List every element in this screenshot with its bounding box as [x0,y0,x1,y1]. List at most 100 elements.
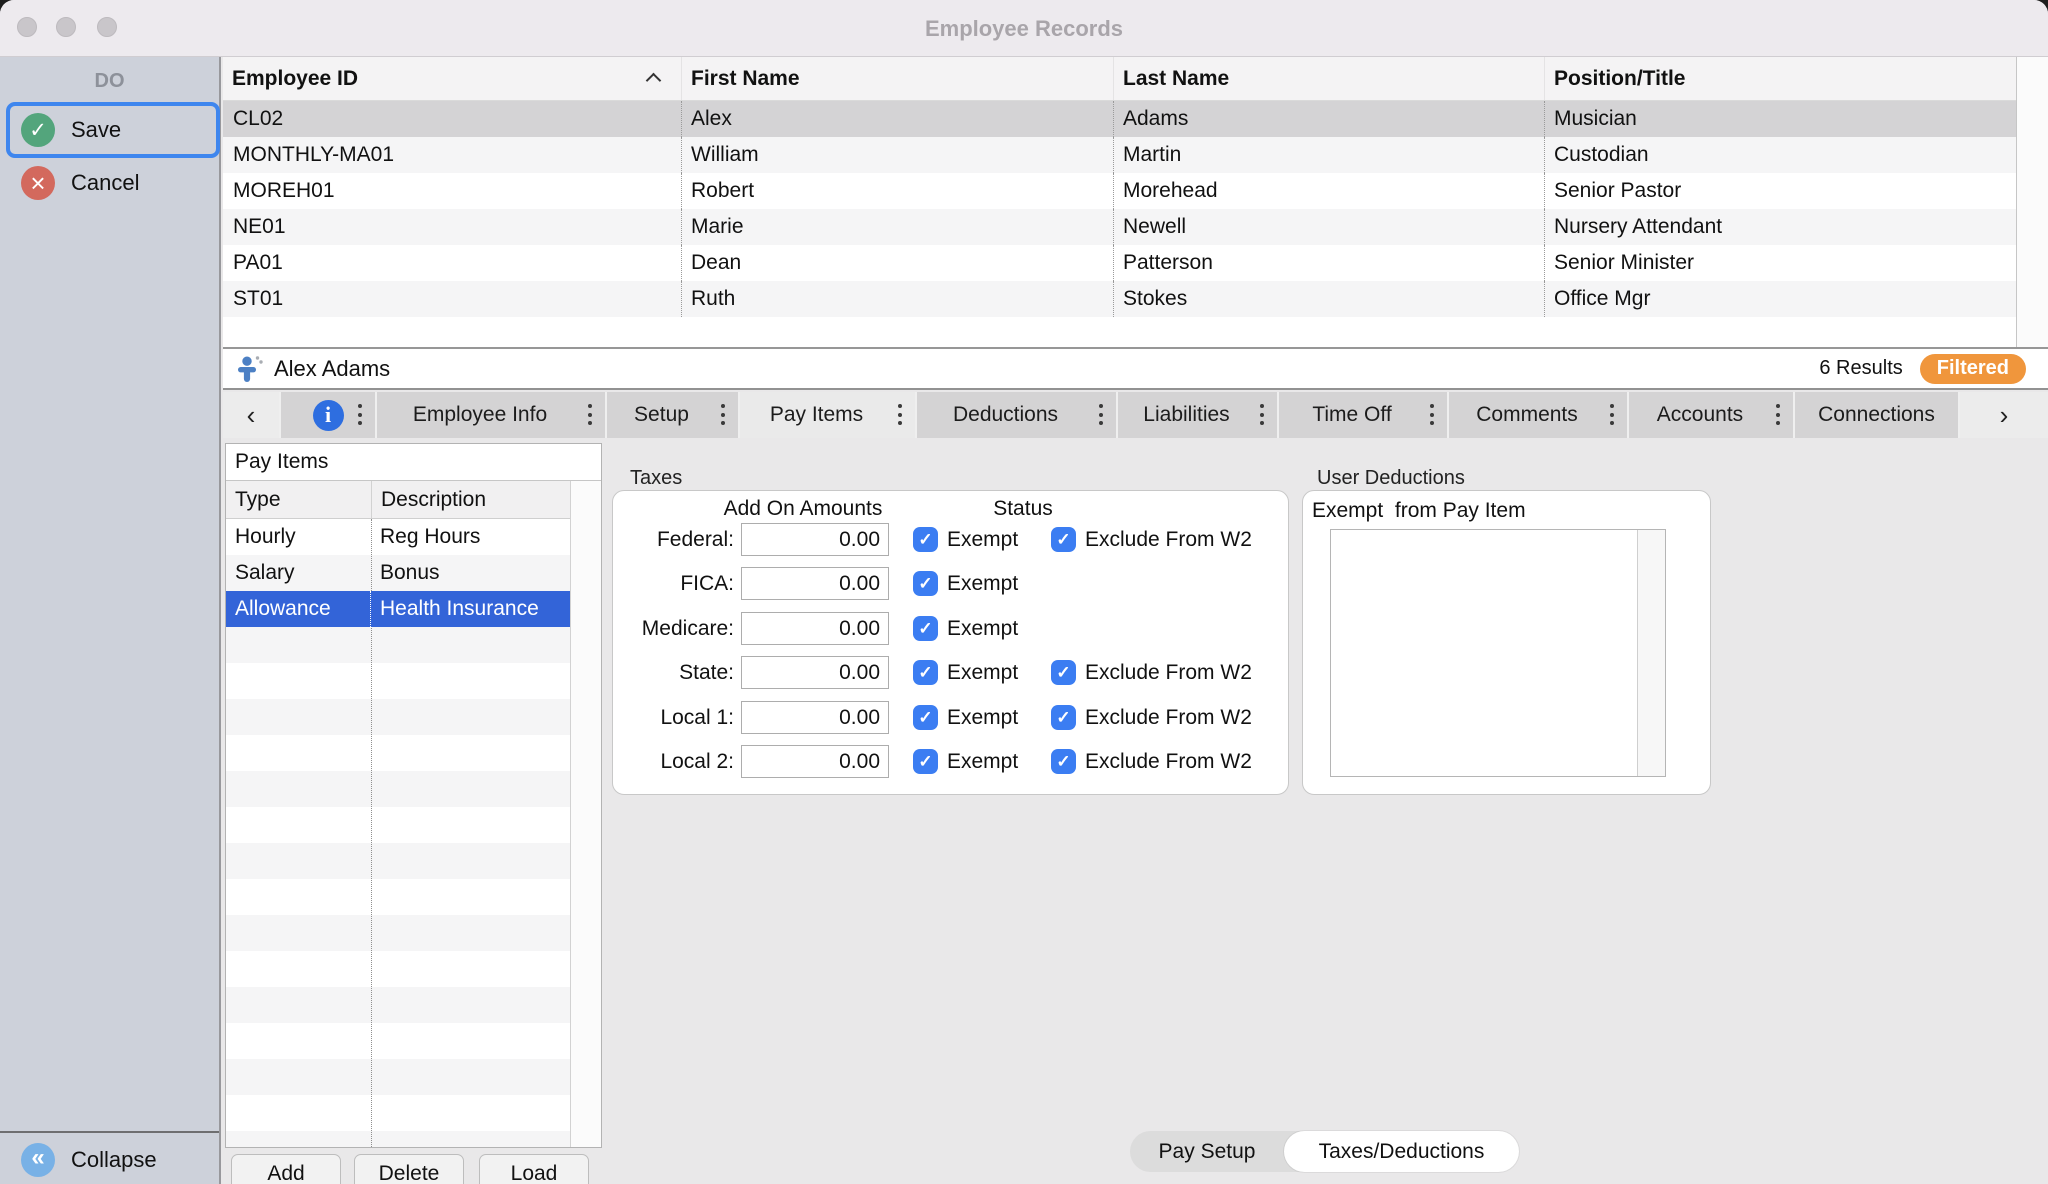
column-label: Last Name [1123,67,1229,91]
collapse-chevrons-icon [21,1143,55,1177]
table-row[interactable]: NE01 Marie Newell Nursery Attendant [223,209,2018,245]
chevron-left-icon: ‹ [247,400,256,431]
tabs-scroll-right-button[interactable]: › [1958,392,2048,438]
pay-item-description: Reg Hours [371,519,570,555]
tab-menu-icon[interactable] [1099,404,1103,425]
add-pay-item-button[interactable]: Add [231,1154,341,1184]
tab-menu-icon[interactable] [1610,404,1614,425]
tab-menu-icon[interactable] [1260,404,1264,425]
cell-last-name: Adams [1113,101,1544,137]
table-row[interactable]: MOREH01 Robert Morehead Senior Pastor [223,173,2018,209]
save-label: Save [71,117,121,143]
delete-pay-item-button[interactable]: Delete [354,1154,464,1184]
employee-records-window: Employee Records DO Save Cancel Collapse… [0,0,2048,1184]
load-pay-item-button[interactable]: Load [479,1154,589,1184]
tab-label: Liabilities [1143,403,1251,427]
pay-item-type: Hourly [226,519,371,555]
medicare-amount-input[interactable] [741,612,889,645]
user-deductions-group-box: Exempt from Pay Item [1302,490,1711,795]
action-sidebar: DO Save Cancel Collapse [0,57,221,1184]
tab-menu-icon[interactable] [1776,404,1780,425]
tax-label: State: [613,656,734,689]
cancel-x-icon [21,166,55,200]
federal-exclude-w2-checkbox[interactable] [1051,527,1076,552]
column-header-first-name[interactable]: First Name [681,57,1113,100]
state-exempt-checkbox[interactable] [913,660,938,685]
local-2-exclude-w2-checkbox[interactable] [1051,749,1076,774]
employee-person-icon [237,355,263,383]
taxes-group-box: Add On Amounts Status Federal: Exempt Ex… [612,490,1289,795]
info-icon [313,400,344,431]
tab-time-off[interactable]: Time Off [1277,392,1447,438]
tab-menu-icon[interactable] [1430,404,1434,425]
local-2-exempt-checkbox[interactable] [913,749,938,774]
tab-label: Connections [1818,403,1935,427]
table-scrollbar-track[interactable] [2016,57,2048,347]
table-row[interactable]: PA01 Dean Patterson Senior Minister [223,245,2018,281]
tab-info[interactable] [279,392,375,438]
list-scrollbar-track[interactable] [1637,530,1665,776]
state-amount-input[interactable] [741,656,889,689]
local-2-amount-input[interactable] [741,745,889,778]
tab-menu-icon[interactable] [898,404,902,425]
tab-accounts[interactable]: Accounts [1627,392,1793,438]
tax-row-local-1: Local 1: Exempt Exclude From W2 [613,701,1288,734]
add-on-amounts-header: Add On Amounts [703,497,903,521]
column-header-last-name[interactable]: Last Name [1113,57,1544,100]
tab-setup[interactable]: Setup [605,392,738,438]
fica-exempt-checkbox[interactable] [913,571,938,596]
fica-amount-input[interactable] [741,567,889,600]
federal-amount-input[interactable] [741,523,889,556]
tab-menu-icon[interactable] [358,404,362,425]
exempt-from-pay-item-list[interactable] [1330,529,1666,777]
cell-first-name: William [681,137,1113,173]
filtered-badge[interactable]: Filtered [1920,354,2026,384]
segment-pay-setup[interactable]: Pay Setup [1130,1131,1284,1172]
table-row[interactable]: ST01 Ruth Stokes Office Mgr [223,281,2018,317]
tax-row-medicare: Medicare: Exempt [613,612,1288,645]
tab-employee-info[interactable]: Employee Info [375,392,605,438]
column-header-type[interactable]: Type [226,481,371,518]
selected-employee-banner: Alex Adams 6 Results Filtered [223,349,2048,390]
state-exclude-w2-checkbox[interactable] [1051,660,1076,685]
pay-item-row-selected[interactable]: Allowance Health Insurance [226,591,570,627]
cell-position: Musician [1544,101,2018,137]
tab-comments[interactable]: Comments [1447,392,1627,438]
collapse-sidebar-button[interactable]: Collapse [21,1143,157,1177]
tab-menu-icon[interactable] [721,404,725,425]
tab-deductions[interactable]: Deductions [915,392,1116,438]
cancel-button[interactable]: Cancel [21,165,139,201]
federal-exempt-checkbox[interactable] [913,527,938,552]
pay-item-row[interactable]: Hourly Reg Hours [226,519,570,555]
save-button[interactable]: Save [6,102,220,158]
table-row[interactable]: CL02 Alex Adams Musician [223,101,2018,137]
cell-last-name: Morehead [1113,173,1544,209]
tab-pay-items[interactable]: Pay Items [738,392,915,438]
taxes-group-label: Taxes [630,467,682,490]
medicare-exempt-checkbox[interactable] [913,616,938,641]
tax-label: Federal: [613,523,734,556]
column-header-employee-id[interactable]: Employee ID [223,57,681,100]
cell-position: Senior Pastor [1544,173,2018,209]
pay-item-type: Allowance [226,591,371,627]
sort-ascending-icon [646,73,662,89]
segment-taxes-deductions[interactable]: Taxes/Deductions [1284,1131,1519,1172]
sidebar-header: DO [0,69,219,93]
column-label: First Name [691,67,800,91]
pay-item-row[interactable]: Salary Bonus [226,555,570,591]
column-header-position-title[interactable]: Position/Title [1544,57,2018,100]
cell-first-name: Marie [681,209,1113,245]
tab-label: Accounts [1657,403,1765,427]
tab-liabilities[interactable]: Liabilities [1116,392,1277,438]
table-row[interactable]: MONTHLY-MA01 William Martin Custodian [223,137,2018,173]
pay-items-scrollbar-track[interactable] [570,481,601,1147]
tabs-scroll-left-button[interactable]: ‹ [223,392,279,438]
tab-menu-icon[interactable] [588,404,592,425]
column-header-description[interactable]: Description [371,481,601,518]
local-1-exempt-checkbox[interactable] [913,705,938,730]
pay-items-title: Pay Items [226,444,601,481]
tab-connections[interactable]: Connections [1793,392,1958,438]
local-1-exclude-w2-checkbox[interactable] [1051,705,1076,730]
main-area: Employee ID First Name Last Name Positio… [223,57,2048,1184]
local-1-amount-input[interactable] [741,701,889,734]
